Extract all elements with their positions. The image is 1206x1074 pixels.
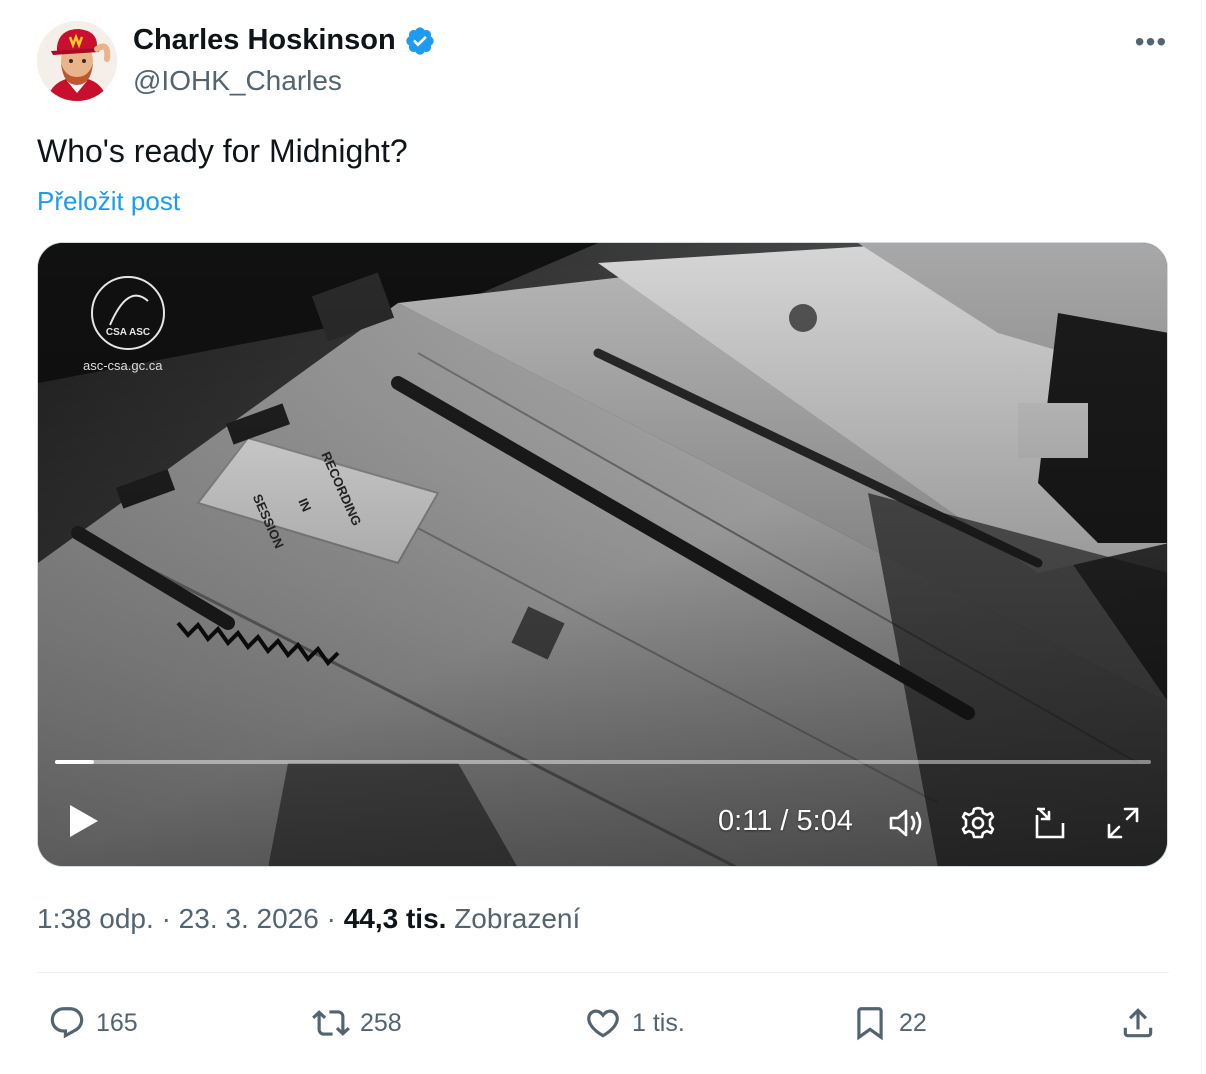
video-player[interactable]: CSA ASC asc-csa.gc.ca RECORDING IN SESSI… — [37, 242, 1168, 867]
repost-count: 258 — [360, 1008, 402, 1037]
settings-icon[interactable] — [958, 803, 998, 843]
post-text: Who's ready for Midnight? — [37, 133, 408, 169]
meta-separator: · — [326, 903, 344, 934]
share-icon — [1123, 1008, 1153, 1038]
volume-icon[interactable] — [886, 803, 926, 843]
post-date[interactable]: 23. 3. 2026 — [179, 903, 319, 934]
pip-icon[interactable] — [1031, 803, 1071, 843]
video-progress-bar[interactable] — [55, 760, 1151, 764]
author-name[interactable]: Charles Hoskinson — [133, 24, 436, 57]
video-time: 0:11 / 5:04 — [718, 805, 853, 837]
share-button[interactable] — [1119, 1002, 1157, 1044]
heart-icon — [587, 1009, 619, 1038]
tweet-card: Charles Hoskinson @IOHK_Charles ••• Who'… — [0, 0, 1202, 1074]
views-count: 44,3 tis. — [343, 903, 447, 934]
video-progress-fill — [55, 760, 95, 764]
meta-separator: · — [161, 903, 179, 934]
bookmark-count: 22 — [899, 1008, 927, 1037]
verified-badge-icon[interactable] — [404, 25, 436, 57]
author-handle[interactable]: @IOHK_Charles — [133, 65, 342, 97]
post-meta: 1:38 odp. · 23. 3. 2026 · 44,3 tis. Zobr… — [37, 903, 580, 935]
more-options-icon[interactable]: ••• — [1130, 25, 1172, 59]
post-time[interactable]: 1:38 odp. — [37, 903, 154, 934]
bookmark-button[interactable]: 22 — [851, 1002, 927, 1044]
avatar-image — [37, 21, 117, 101]
like-count: 1 tis. — [632, 1008, 685, 1037]
divider — [37, 972, 1169, 973]
avatar[interactable] — [37, 21, 117, 101]
video-frame: CSA ASC asc-csa.gc.ca RECORDING IN SESSI… — [38, 243, 1167, 866]
play-icon[interactable] — [62, 799, 106, 843]
translate-post-link[interactable]: Přeložit post — [37, 186, 180, 217]
reply-count: 165 — [96, 1008, 138, 1037]
views-label: Zobrazení — [454, 903, 581, 934]
csa-logo-text: CSA ASC — [106, 327, 150, 338]
repost-icon — [312, 1010, 350, 1036]
watermark-url: asc-csa.gc.ca — [83, 358, 163, 373]
repost-button[interactable]: 258 — [312, 1002, 402, 1044]
reply-icon — [50, 1007, 84, 1039]
author-name-text[interactable]: Charles Hoskinson — [133, 24, 396, 57]
bookmark-icon — [857, 1007, 883, 1041]
fullscreen-icon[interactable] — [1103, 803, 1143, 843]
like-button[interactable]: 1 tis. — [584, 1002, 685, 1044]
reply-button[interactable]: 165 — [48, 1002, 138, 1044]
